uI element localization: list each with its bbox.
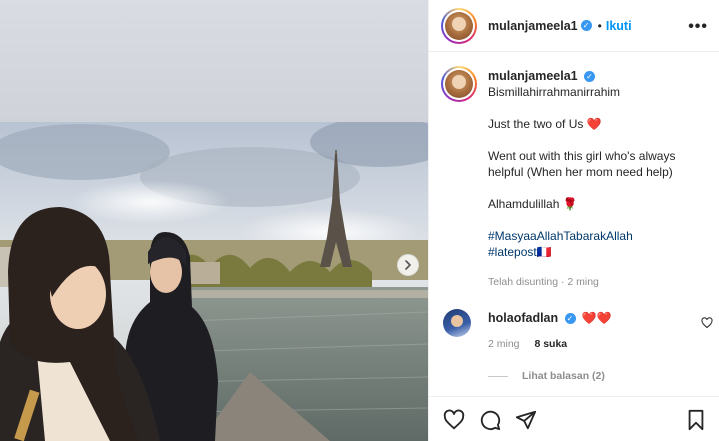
caption-username[interactable]: mulanjameela1: [488, 69, 578, 83]
hashtag-list: #MasyaaAllahTabarakAllah #latepost🇫🇷: [488, 228, 708, 260]
chevron-right-icon: [405, 260, 411, 270]
avatar-border: [443, 68, 475, 100]
header-identity: mulanjameela1 ✓ • Ikuti: [488, 19, 632, 33]
story-ring: [441, 7, 477, 44]
avatar[interactable]: [443, 309, 471, 337]
next-photo-button[interactable]: [397, 254, 419, 276]
caption-line-2: Just the two of Us ❤️: [488, 117, 602, 131]
header-username[interactable]: mulanjameela1: [488, 19, 578, 33]
post-photo: [0, 122, 428, 441]
more-options-icon[interactable]: •••: [688, 18, 708, 36]
avatar: [445, 70, 473, 98]
header-avatar[interactable]: [441, 7, 477, 44]
comment-meta: 2 ming 8 suka: [488, 338, 567, 350]
replies-divider: [488, 375, 508, 377]
header-separator: •: [597, 18, 602, 33]
verified-badge-icon: ✓: [580, 20, 592, 31]
verified-badge-icon: ✓: [583, 71, 595, 83]
comment-username[interactable]: holaofadlan: [488, 311, 558, 325]
caption-avatar[interactable]: [441, 66, 477, 102]
avatar-border: [443, 9, 475, 42]
instagram-post-view: mulanjameela1 ✓ • Ikuti ••• mulanjameela…: [0, 0, 719, 441]
caption-line-4: Alhamdulillah 🌹: [488, 197, 578, 211]
heart-icon[interactable]: [701, 317, 713, 329]
caption-meta: Telah disunting · 2 ming: [488, 276, 599, 288]
hashtag-link[interactable]: #latepost🇫🇷: [488, 244, 708, 260]
comment-age: 2 ming: [488, 338, 520, 350]
paper-plane-icon[interactable]: [515, 409, 537, 431]
bookmark-icon[interactable]: [686, 409, 706, 431]
post-sidebar: mulanjameela1 ✓ • Ikuti ••• mulanjameela…: [428, 0, 719, 441]
hashtag-link[interactable]: #MasyaaAllahTabarakAllah: [488, 228, 708, 244]
heart-icon[interactable]: [443, 409, 465, 431]
caption-body: mulanjameela1 ✓ Bismillahirrahmanirrahim…: [488, 68, 708, 290]
comment-body: holaofadlan ✓ ❤️❤️: [488, 311, 612, 325]
follow-button[interactable]: Ikuti: [606, 19, 632, 33]
verified-badge-icon: ✓: [564, 313, 576, 325]
action-bar: [429, 396, 719, 441]
post-media[interactable]: [0, 0, 428, 441]
comment-icon[interactable]: [479, 409, 501, 431]
story-ring: [441, 66, 477, 102]
comment-likes[interactable]: 8 suka: [534, 338, 567, 350]
avatar: [445, 11, 473, 40]
post-header: mulanjameela1 ✓ • Ikuti •••: [429, 0, 719, 52]
caption-line-1: Bismillahirrahmanirrahim: [488, 85, 621, 99]
media-top-blank: [0, 0, 428, 122]
view-replies-label: Lihat balasan (2): [522, 370, 605, 382]
comment-text: ❤️❤️: [581, 311, 612, 325]
view-replies-button[interactable]: Lihat balasan (2): [488, 370, 605, 382]
caption-line-3: Went out with this girl who's always hel…: [488, 149, 676, 179]
